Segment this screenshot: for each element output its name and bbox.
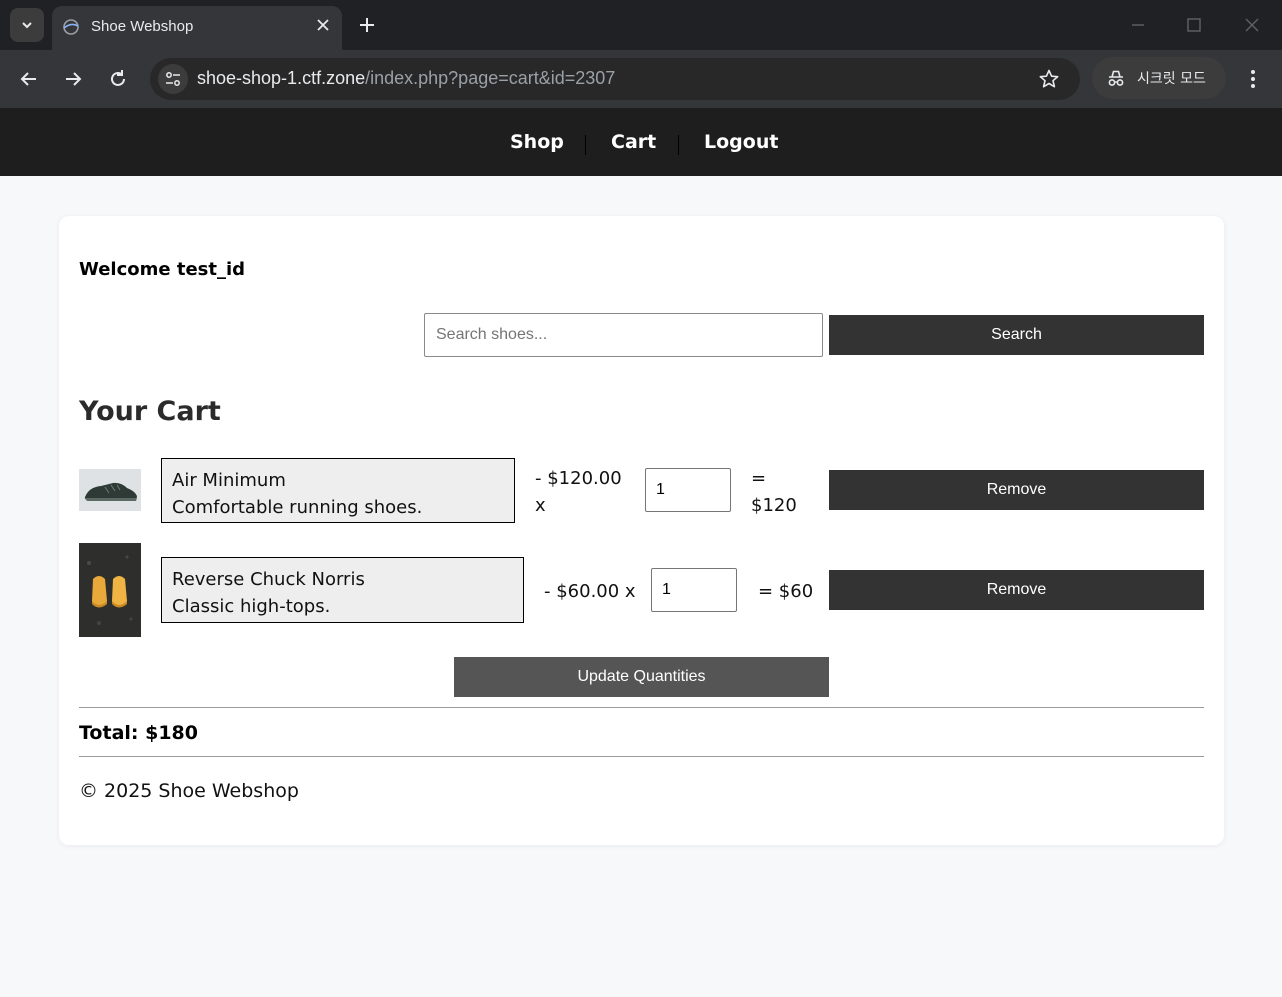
- update-quantities-button[interactable]: Update Quantities: [454, 657, 829, 697]
- nav-link-logout[interactable]: Logout: [704, 131, 778, 153]
- item-price: - $60.00 x: [544, 581, 636, 602]
- address-bar[interactable]: shoe-shop-1.ctf.zone/index.php?page=cart…: [150, 58, 1080, 100]
- content-card: [59, 216, 1224, 845]
- remove-button[interactable]: Remove: [829, 570, 1204, 610]
- item-subtotal-equals: =: [751, 468, 767, 489]
- browser-tab[interactable]: Shoe Webshop: [52, 6, 342, 50]
- tab-search-button[interactable]: [10, 8, 44, 42]
- incognito-icon: [1108, 70, 1124, 86]
- cart-total: Total: $180: [79, 722, 199, 744]
- item-subtotal: = $120: [751, 465, 797, 519]
- minimize-icon[interactable]: [1129, 16, 1147, 34]
- footer-copyright: © 2025 Shoe Webshop: [79, 780, 299, 802]
- item-price-amount: - $120.00: [535, 468, 622, 489]
- more-menu-icon[interactable]: [1242, 67, 1264, 91]
- chevron-down-icon: [22, 22, 32, 29]
- site-info-button[interactable]: [158, 64, 188, 94]
- item-description: Classic high-tops.: [172, 596, 331, 617]
- welcome-message: Welcome test_id: [79, 259, 246, 280]
- back-arrow-icon[interactable]: [18, 68, 40, 90]
- incognito-button[interactable]: 시크릿 모드: [1092, 57, 1226, 99]
- tab-title: Shoe Webshop: [91, 18, 194, 35]
- bookmark-star-icon[interactable]: [1038, 68, 1060, 90]
- cart-heading: Your Cart: [79, 396, 221, 427]
- browser-tab-bar: Shoe Webshop: [0, 0, 1282, 50]
- tune-icon: [166, 72, 180, 86]
- nav-link-cart[interactable]: Cart: [611, 131, 656, 153]
- cart-item-details: Reverse Chuck Norris Classic high-tops.: [161, 557, 524, 623]
- item-description: Comfortable running shoes.: [172, 497, 423, 518]
- item-name: Reverse Chuck Norris: [172, 569, 365, 590]
- incognito-label: 시크릿 모드: [1137, 71, 1206, 87]
- divider: [79, 707, 1204, 708]
- site-nav: Shop Cart Logout: [0, 108, 1282, 176]
- url-path: /index.php?page=cart&id=2307: [365, 68, 616, 88]
- nav-separator: [585, 135, 586, 155]
- item-name: Air Minimum: [172, 470, 286, 491]
- item-price-multiplier: x: [535, 495, 546, 516]
- quantity-input[interactable]: [651, 568, 737, 612]
- url-host: shoe-shop-1.ctf.zone: [197, 68, 366, 88]
- divider: [79, 756, 1204, 757]
- item-subtotal: = $60: [758, 581, 814, 602]
- item-subtotal-amount: $120: [751, 495, 797, 516]
- incognito-favicon-icon: [63, 19, 79, 35]
- item-price: - $120.00 x: [535, 465, 622, 519]
- dark-sneaker-image: [79, 469, 141, 511]
- nav-separator: [678, 135, 679, 155]
- yellow-shoes-image: [79, 543, 141, 637]
- product-image-air-minimum: [79, 469, 141, 511]
- new-tab-icon[interactable]: [356, 14, 378, 36]
- quantity-input[interactable]: [645, 468, 731, 512]
- close-tab-icon[interactable]: [314, 16, 332, 34]
- cart-item-details: Air Minimum Comfortable running shoes.: [161, 458, 515, 523]
- remove-button[interactable]: Remove: [829, 470, 1204, 510]
- browser-toolbar: shoe-shop-1.ctf.zone/index.php?page=cart…: [0, 50, 1282, 108]
- reload-icon[interactable]: [107, 68, 129, 90]
- search-button[interactable]: Search: [829, 315, 1204, 355]
- product-image-reverse-chuck-norris: [79, 543, 141, 637]
- url-text: shoe-shop-1.ctf.zone/index.php?page=cart…: [197, 68, 615, 89]
- forward-arrow-icon[interactable]: [62, 68, 84, 90]
- search-input[interactable]: [424, 313, 823, 357]
- maximize-icon[interactable]: [1185, 16, 1203, 34]
- nav-link-shop[interactable]: Shop: [510, 131, 564, 153]
- window-close-icon[interactable]: [1243, 16, 1261, 34]
